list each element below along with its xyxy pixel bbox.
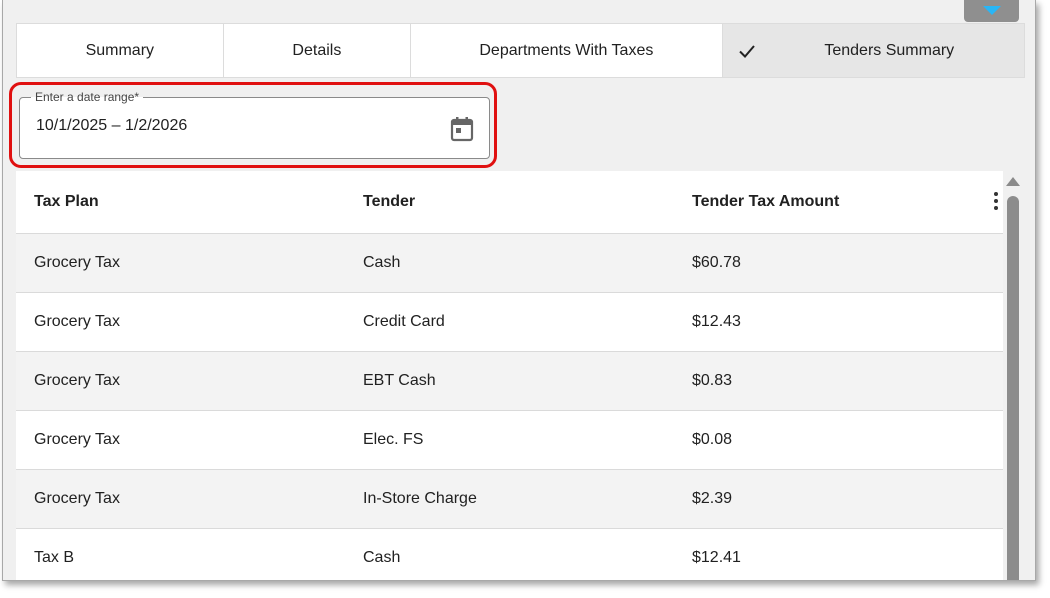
cell-tender: Credit Card [363,313,445,330]
table-row[interactable]: Tax B Cash $12.41 [16,529,1003,580]
tab-departments-with-taxes[interactable]: Departments With Taxes [411,24,723,77]
cell-tender-tax-amount: $12.43 [692,313,741,330]
vertical-scrollbar[interactable] [1007,196,1019,580]
cell-tender-tax-amount: $12.41 [692,549,741,566]
cell-tender: EBT Cash [363,372,436,389]
check-icon [738,45,755,58]
tab-label: Details [292,41,342,59]
table-row[interactable]: Grocery Tax In-Store Charge $2.39 [16,470,1003,529]
cell-tax-plan: Grocery Tax [34,313,120,330]
top-dropdown-button[interactable] [964,0,1019,22]
cell-tax-plan: Grocery Tax [34,431,120,448]
date-range-input[interactable]: 10/1/2025 – 1/2/2026 [36,117,187,135]
grid-header: Tax Plan Tender Tender Tax Amount [16,171,1003,234]
scroll-up-arrow[interactable] [1006,177,1020,186]
report-window: Summary Details Departments With Taxes T… [2,0,1036,581]
cell-tender-tax-amount: $60.78 [692,254,741,271]
cell-tender-tax-amount: $2.39 [692,490,733,507]
grid-body: Grocery Tax Cash $60.78 Grocery Tax Cred… [16,234,1003,580]
column-header-tender[interactable]: Tender [345,193,674,211]
tab-details[interactable]: Details [224,24,412,77]
cell-tax-plan: Grocery Tax [34,490,120,507]
cell-tender: Cash [363,254,401,271]
cell-tender: Cash [363,549,401,566]
report-tabs: Summary Details Departments With Taxes T… [16,23,1025,78]
cell-tender: In-Store Charge [363,490,477,507]
column-header-tax-plan[interactable]: Tax Plan [16,193,345,211]
table-row[interactable]: Grocery Tax Elec. FS $0.08 [16,411,1003,470]
calendar-icon[interactable] [450,116,474,142]
cell-tax-plan: Grocery Tax [34,254,120,271]
tab-summary[interactable]: Summary [17,24,224,77]
table-row[interactable]: Grocery Tax Cash $60.78 [16,234,1003,293]
tab-label: Tenders Summary [824,41,955,59]
column-header-tender-tax-amount[interactable]: Tender Tax Amount [674,193,1003,211]
tenders-grid: Tax Plan Tender Tender Tax Amount Grocer… [16,171,1003,580]
kebab-menu-icon[interactable] [992,192,1000,212]
cell-tax-plan: Tax B [34,549,75,566]
cell-tender: Elec. FS [363,431,424,448]
tab-label: Summary [85,41,155,59]
table-row[interactable]: Grocery Tax Credit Card $12.43 [16,293,1003,352]
dropdown-arrow-icon [983,6,1001,15]
date-range-highlight: Enter a date range* 10/1/2025 – 1/2/2026 [9,82,497,168]
cell-tender-tax-amount: $0.83 [692,372,733,389]
date-range-label: Enter a date range* [31,90,144,104]
date-range-field[interactable]: Enter a date range* 10/1/2025 – 1/2/2026 [19,90,490,159]
tab-tenders-summary[interactable]: Tenders Summary [722,24,1024,77]
table-row[interactable]: Grocery Tax EBT Cash $0.83 [16,352,1003,411]
tab-label: Departments With Taxes [479,41,654,59]
cell-tax-plan: Grocery Tax [34,372,120,389]
cell-tender-tax-amount: $0.08 [692,431,733,448]
